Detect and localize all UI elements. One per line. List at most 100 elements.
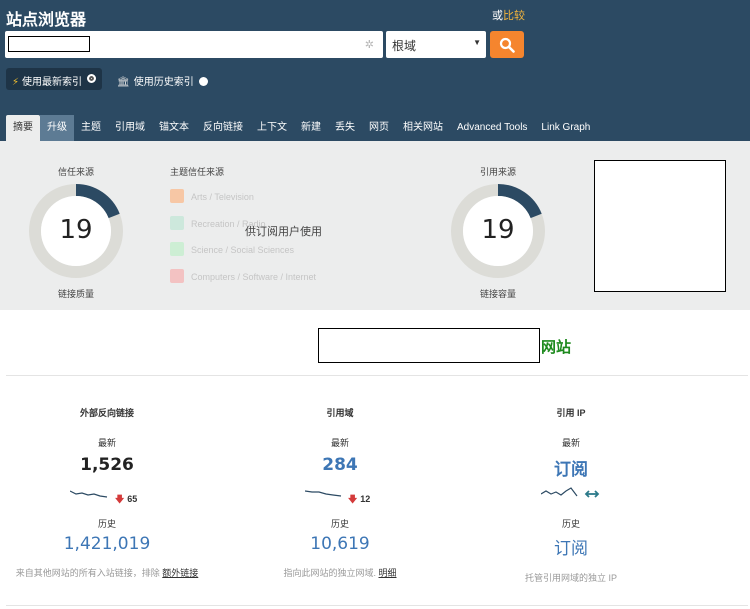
- stat-referring-ips: 引用 IP 最新 订阅 历史 订阅 托管引用网域的独立 IP: [461, 406, 681, 584]
- stat-description-text: 来自其他网站的所有入站链接，排除: [15, 568, 163, 578]
- stat-trend: [461, 481, 681, 511]
- stat-description: 来自其他网站的所有入站链接，排除 额外链接: [0, 566, 217, 579]
- tab-new[interactable]: 新建: [294, 115, 328, 141]
- tab-link-graph[interactable]: Link Graph: [534, 115, 597, 141]
- stat-history-label: 历史: [330, 519, 349, 529]
- tab-anchor-text[interactable]: 锚文本: [152, 115, 196, 141]
- topic-label: Computers / Software / Internet: [191, 272, 317, 282]
- stat-title: 外部反向链接: [79, 408, 134, 418]
- lightning-icon: ⚡: [12, 77, 20, 88]
- fresh-index-label: 使用最新索引: [22, 77, 83, 88]
- tab-ref-domains[interactable]: 引用域: [108, 115, 152, 141]
- stat-description-text: 托管引用网域的独立 IP: [524, 573, 617, 583]
- stat-history-value[interactable]: 10,619: [230, 534, 450, 554]
- divider: [6, 605, 748, 606]
- compare-prefix: 或: [492, 10, 503, 22]
- search-input[interactable]: ✲: [5, 31, 383, 58]
- extra-backlinks-link[interactable]: 额外链接: [162, 568, 198, 578]
- stat-delta: 🡇 12: [348, 492, 370, 508]
- tab-pages[interactable]: 网页: [362, 115, 396, 141]
- tab-related-sites[interactable]: 相关网站: [396, 115, 450, 141]
- citation-flow-caption: 链接容量: [479, 289, 516, 299]
- fresh-index-option[interactable]: ⚡ 使用最新索引: [6, 68, 102, 90]
- stat-delta-value: 65: [127, 494, 138, 504]
- tab-advanced-tools[interactable]: Advanced Tools: [450, 115, 534, 141]
- topic-item: Arts / Television: [170, 189, 254, 203]
- stat-title: 引用域: [326, 408, 354, 418]
- historic-index-label: 使用历史索引: [133, 77, 194, 88]
- arrow-both-icon: [584, 490, 600, 498]
- scope-select-value: 根域: [392, 39, 417, 53]
- search-button[interactable]: [490, 31, 524, 58]
- header: 站点浏览器 或比较 ✲ 根域 ▼ ⚡ 使用最新索引 🏛 使用历史索引 摘要 升级 主…: [0, 0, 750, 141]
- trust-flow-caption: 链接质量: [57, 289, 94, 299]
- sparkline: [70, 490, 108, 498]
- divider: [6, 375, 748, 376]
- tab-bar: 摘要 升级 主题 引用域 锚文本 反向链接 上下文 新建 丢失 网页 相关网站 …: [6, 115, 597, 141]
- stat-trend: 🡇 65: [0, 481, 217, 511]
- topic-item: Science / Social Sciences: [170, 242, 294, 256]
- tab-lost[interactable]: 丢失: [328, 115, 362, 141]
- trust-flow-value: 19: [59, 215, 93, 245]
- stat-trend: 🡇 12: [230, 481, 450, 511]
- stat-delta: 🡇 65: [115, 492, 137, 508]
- tab-summary[interactable]: 摘要: [6, 115, 40, 141]
- scope-select[interactable]: 根域 ▼: [386, 31, 486, 58]
- subscriber-only-note: 供订阅用户使用: [245, 226, 322, 238]
- topic-label: Arts / Television: [191, 192, 254, 202]
- citation-flow-value: 19: [481, 215, 515, 245]
- stat-description: 托管引用网域的独立 IP: [461, 571, 681, 584]
- search-icon: [499, 37, 515, 53]
- compare-link[interactable]: 比较: [503, 10, 525, 22]
- stat-latest-label: 最新: [561, 438, 580, 448]
- topical-trust-title: 主题信任来源: [170, 167, 225, 177]
- tab-backlinks[interactable]: 反向链接: [196, 115, 250, 141]
- stat-referring-domains: 引用域 最新 284 🡇 12 历史 10,619 指向此网站的独立网域. 明细: [230, 406, 450, 579]
- citation-flow-donut[interactable]: 19: [450, 183, 546, 279]
- stat-external-backlinks: 外部反向链接 最新 1,526 🡇 65 历史 1,421,019 来自其他网站的…: [0, 406, 217, 579]
- sparkline: [305, 490, 342, 497]
- site-name-redacted: [318, 328, 540, 363]
- topic-label: Science / Social Sciences: [191, 245, 295, 255]
- stat-history-value[interactable]: 订阅: [461, 534, 681, 559]
- arrow-down-icon: 🡇: [115, 494, 125, 504]
- caret-down-icon: ▼: [473, 38, 481, 47]
- historic-index-radio[interactable]: [198, 77, 208, 86]
- topic-swatch: [170, 242, 184, 256]
- stat-latest-label: 最新: [330, 438, 349, 448]
- details-link[interactable]: 明细: [379, 568, 397, 578]
- stat-history-label: 历史: [561, 519, 580, 529]
- stat-latest-label: 最新: [97, 438, 116, 448]
- fresh-index-radio[interactable]: [87, 74, 96, 83]
- citation-flow-title: 引用来源: [479, 167, 516, 177]
- stat-delta-value: 12: [360, 494, 371, 504]
- compare-link-container: 或比较: [492, 7, 525, 23]
- stat-title: 引用 IP: [556, 408, 586, 418]
- trust-flow-donut[interactable]: 19: [28, 183, 124, 279]
- topic-item: Computers / Software / Internet: [170, 269, 316, 283]
- trust-flow-title: 信任来源: [57, 167, 94, 177]
- stat-latest-value: 1,526: [80, 455, 134, 475]
- stat-latest-value[interactable]: 284: [230, 455, 450, 479]
- gear-icon[interactable]: ✲: [365, 38, 374, 51]
- topic-swatch: [170, 216, 184, 230]
- tab-context[interactable]: 上下文: [250, 115, 294, 141]
- sparkline: [541, 487, 600, 498]
- topic-swatch: [170, 189, 184, 203]
- bank-icon: 🏛: [117, 77, 130, 88]
- stat-history-value[interactable]: 1,421,019: [0, 534, 217, 554]
- stat-latest-value[interactable]: 订阅: [461, 455, 681, 480]
- site-name-suffix: 网站: [541, 339, 572, 356]
- summary-panel: 信任来源 19 链接质量 主题信任来源 Arts / Television Re…: [0, 141, 750, 310]
- search-value-redacted: [8, 36, 90, 52]
- arrow-down-icon: 🡇: [348, 494, 358, 504]
- tab-topics[interactable]: 主题: [74, 115, 108, 141]
- topic-swatch: [170, 269, 184, 283]
- app-title: 站点浏览器: [6, 12, 87, 29]
- site-thumbnail[interactable]: [594, 160, 726, 292]
- stat-history-label: 历史: [97, 519, 116, 529]
- stat-description: 指向此网站的独立网域. 明细: [230, 566, 450, 579]
- stat-description-text: 指向此网站的独立网域.: [283, 568, 379, 578]
- tab-upgrade[interactable]: 升级: [40, 115, 74, 141]
- historic-index-option[interactable]: 🏛 使用历史索引: [117, 73, 208, 88]
